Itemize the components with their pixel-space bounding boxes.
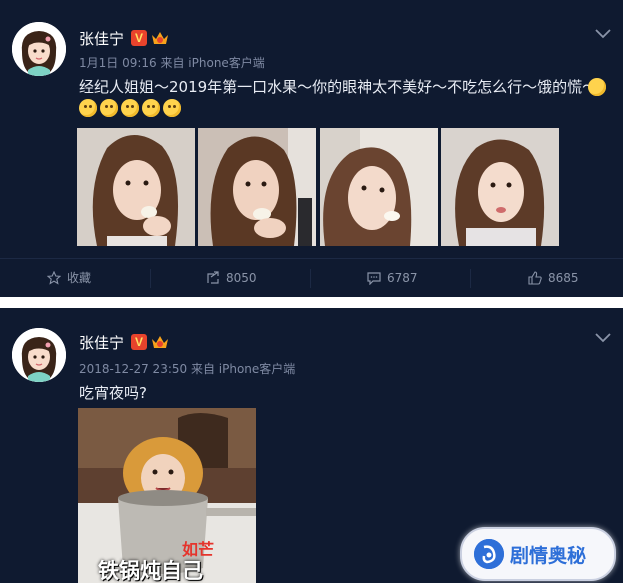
watermark-text: 剧情奥秘: [510, 545, 587, 567]
thumbs-up-icon: [528, 271, 542, 285]
post-text: 吃宵夜吗?: [79, 384, 147, 402]
favorite-label: 收藏: [67, 271, 92, 285]
emoji-icon: [100, 99, 118, 117]
watermark-logo-icon: [474, 539, 504, 569]
post-photo[interactable]: [441, 128, 559, 246]
like-count: 8685: [548, 271, 579, 285]
emoji-icon: [142, 99, 160, 117]
emoji-icon: [163, 99, 181, 117]
weibo-post: 张佳宁 V 1月1日 09:16 来自 iPhone客户端 经纪人姐姐～2019…: [0, 0, 623, 297]
chevron-down-icon[interactable]: [595, 24, 611, 39]
post-meta: 1月1日 09:16 来自 iPhone客户端: [79, 56, 265, 70]
post-photo[interactable]: [320, 128, 438, 246]
chevron-down-icon[interactable]: [595, 328, 611, 343]
avatar[interactable]: [12, 328, 66, 382]
crown-icon: [151, 334, 169, 350]
crown-icon: [151, 30, 169, 46]
watermark: 剧情奥秘: [460, 527, 616, 581]
post-photo[interactable]: [198, 128, 316, 246]
divider: [150, 269, 151, 288]
post-photo[interactable]: [77, 128, 195, 246]
username[interactable]: 张佳宁: [79, 332, 124, 353]
divider: [470, 269, 471, 288]
username[interactable]: 张佳宁: [79, 28, 124, 49]
star-icon: [47, 271, 61, 285]
action-bar: 收藏 8050 6787 8685: [0, 258, 623, 297]
emoji-row: [79, 99, 184, 119]
avatar[interactable]: [12, 22, 66, 76]
verified-icon: V: [131, 30, 147, 46]
repost-icon: [207, 271, 219, 284]
post-text: 经纪人姐姐～2019年第一口水果～你的眼神太不美好～不吃怎么行～饿的慌～: [79, 78, 598, 96]
repost-count: 8050: [226, 271, 257, 285]
comment-icon: [367, 272, 381, 285]
verified-icon: V: [131, 334, 147, 350]
emoji-icon: [121, 99, 139, 117]
thinking-emoji-icon: [588, 78, 606, 96]
post-meta: 2018-12-27 23:50 来自 iPhone客户端: [79, 362, 296, 376]
comment-count: 6787: [387, 271, 418, 285]
divider: [310, 269, 311, 288]
image-caption: 铁锅炖自己: [98, 559, 203, 583]
emoji-icon: [79, 99, 97, 117]
post-photo[interactable]: 如芒 铁锅炖自己: [78, 408, 256, 583]
